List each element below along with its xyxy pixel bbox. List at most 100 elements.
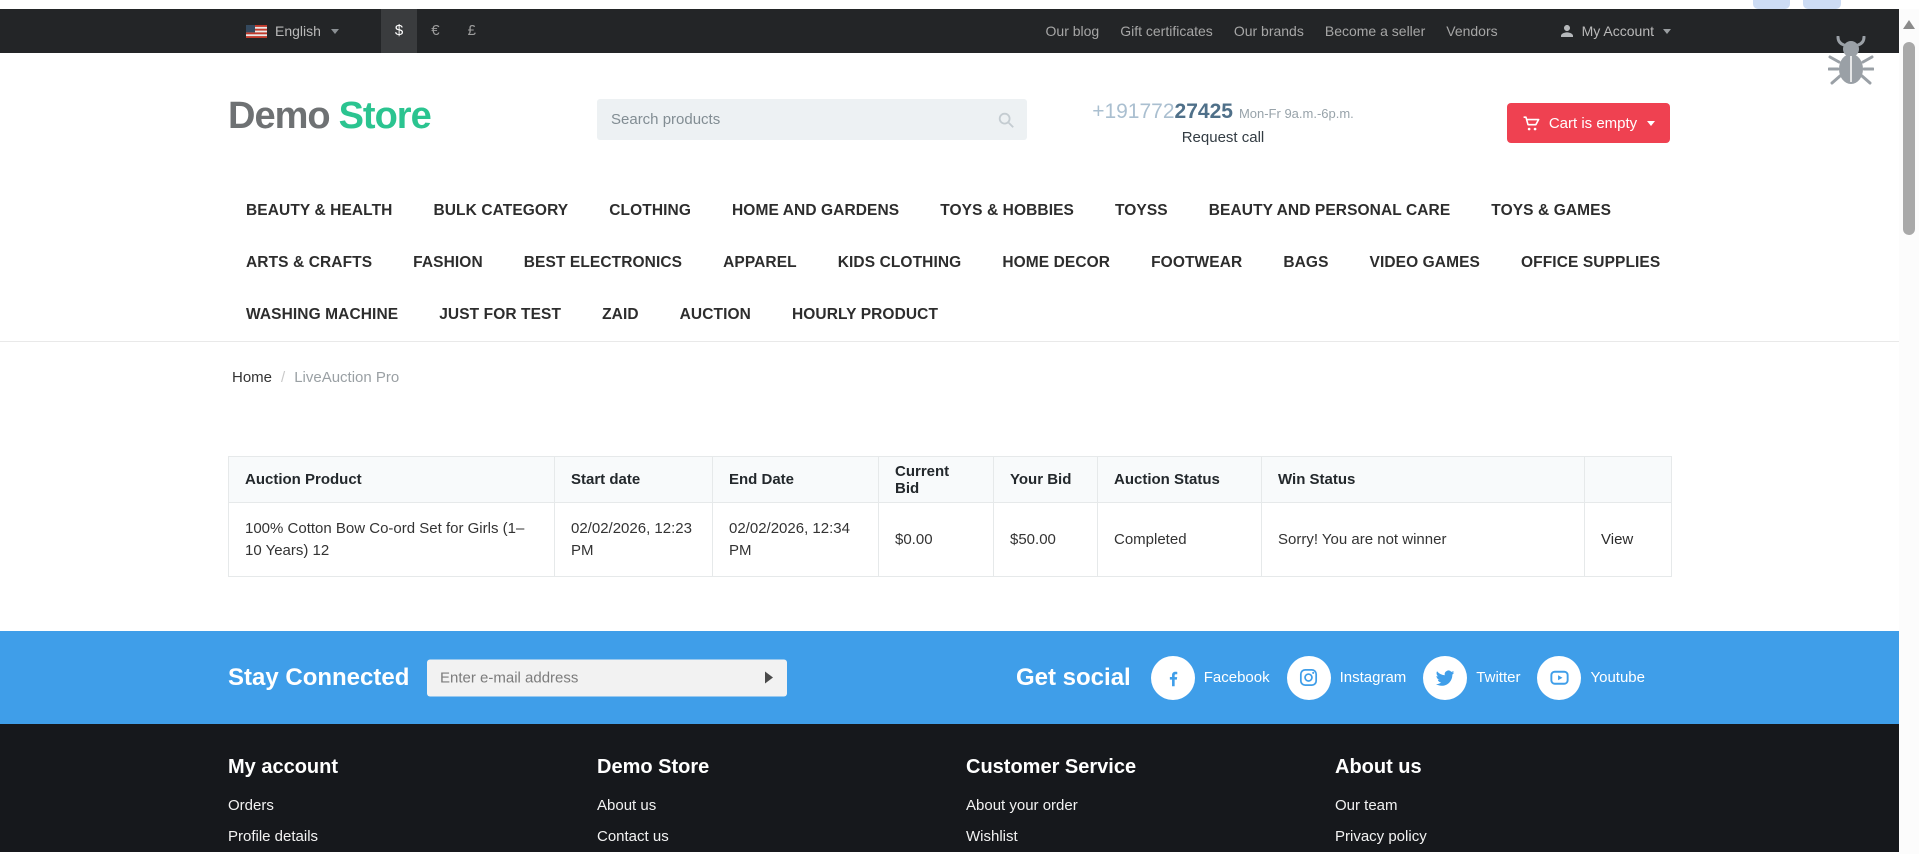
table-row: 100% Cotton Bow Co-ord Set for Girls (1–…	[229, 503, 1672, 577]
scrollbar-up-arrow[interactable]	[1903, 20, 1915, 29]
nav-item-auction[interactable]: AUCTION	[680, 306, 751, 324]
nav-item-arts-crafts[interactable]: ARTS & CRAFTS	[246, 254, 372, 272]
currency-gbp[interactable]: £	[454, 9, 490, 53]
currency-eur[interactable]: €	[417, 9, 453, 53]
footer-link-about-your-order[interactable]: About your order	[966, 797, 1335, 814]
footer-col-demo-store: Demo Store About us Contact us	[597, 756, 966, 854]
search-icon[interactable]	[997, 111, 1015, 129]
language-selector[interactable]: English	[246, 23, 339, 39]
browser-artifact-pill	[1803, 0, 1841, 9]
search-input[interactable]	[597, 111, 997, 128]
nav-item-hourly-product[interactable]: HOURLY PRODUCT	[792, 306, 938, 324]
cart-button[interactable]: Cart is empty	[1507, 103, 1670, 143]
link-gift-certificates[interactable]: Gift certificates	[1120, 23, 1213, 39]
social-link-instagram[interactable]: Instagram	[1287, 656, 1407, 700]
social-label-twitter: Twitter	[1476, 669, 1520, 686]
social-link-youtube[interactable]: Youtube	[1537, 656, 1645, 700]
nav-item-zaid[interactable]: ZAID	[602, 306, 639, 324]
nav-item-footwear[interactable]: FOOTWEAR	[1151, 254, 1242, 272]
footer-title-customer-service: Customer Service	[966, 756, 1335, 779]
footer-link-privacy-policy[interactable]: Privacy policy	[1335, 828, 1671, 845]
chevron-down-icon	[331, 29, 339, 34]
col-start-date: Start date	[555, 457, 713, 503]
link-become-a-seller[interactable]: Become a seller	[1325, 23, 1425, 39]
nav-item-beauty-and-personal-care[interactable]: BEAUTY AND PERSONAL CARE	[1209, 202, 1451, 220]
search-box	[597, 99, 1027, 140]
logo-text-demo: Demo	[228, 95, 330, 137]
currency-usd[interactable]: $	[381, 9, 417, 53]
footer-link-wishlist[interactable]: Wishlist	[966, 828, 1335, 845]
breadcrumb-home[interactable]: Home	[232, 369, 272, 386]
page: English $ € £ Our blog Gift certificates…	[0, 0, 1899, 854]
table-header-row: Auction Product Start date End Date Curr…	[229, 457, 1672, 503]
bug-icon[interactable]	[1828, 36, 1874, 91]
chevron-down-icon	[1663, 29, 1671, 34]
cell-end-date: 02/02/2026, 12:34 PM	[713, 503, 879, 577]
nav-item-apparel[interactable]: APPAREL	[723, 254, 797, 272]
nav-item-toys-hobbies[interactable]: TOYS & HOBBIES	[940, 202, 1074, 220]
nav-item-home-decor[interactable]: HOME DECOR	[1002, 254, 1110, 272]
link-our-brands[interactable]: Our brands	[1234, 23, 1304, 39]
nav-item-washing-machine[interactable]: WASHING MACHINE	[246, 306, 398, 324]
footer-link-our-team[interactable]: Our team	[1335, 797, 1671, 814]
cell-your-bid: $50.00	[994, 503, 1098, 577]
nav-row-3: WASHING MACHINE JUST FOR TEST ZAID AUCTI…	[228, 289, 1828, 341]
auction-table: Auction Product Start date End Date Curr…	[228, 456, 1672, 577]
newsletter-email-input[interactable]	[427, 669, 751, 686]
link-vendors[interactable]: Vendors	[1446, 23, 1497, 39]
footer-title-demo-store: Demo Store	[597, 756, 966, 779]
scrollbar[interactable]	[1899, 9, 1919, 854]
cell-win-status: Sorry! You are not winner	[1262, 503, 1585, 577]
nav-item-best-electronics[interactable]: BEST ELECTRONICS	[524, 254, 682, 272]
facebook-icon	[1151, 656, 1195, 700]
request-call-link[interactable]: Request call	[1075, 129, 1371, 146]
nav-item-kids-clothing[interactable]: KIDS CLOTHING	[838, 254, 962, 272]
cart-icon	[1522, 114, 1541, 133]
social-label-youtube: Youtube	[1590, 669, 1645, 686]
social-title: Get social	[1016, 664, 1131, 692]
store-logo[interactable]: DemoStore	[228, 95, 431, 138]
social-label-instagram: Instagram	[1340, 669, 1407, 686]
nav-item-bulk-category[interactable]: BULK CATEGORY	[433, 202, 568, 220]
footer-link-profile-details[interactable]: Profile details	[228, 828, 597, 845]
auction-table-wrap: Auction Product Start date End Date Curr…	[228, 456, 1671, 577]
nav-item-clothing[interactable]: CLOTHING	[609, 202, 691, 220]
footer-link-about-us[interactable]: About us	[597, 797, 966, 814]
nav-item-video-games[interactable]: VIDEO GAMES	[1370, 254, 1480, 272]
phone-number-prefix: +191772	[1092, 100, 1174, 123]
site-header: DemoStore +19177227425Mon-Fr 9a.m.-6p.m.…	[0, 53, 1899, 342]
nav-item-fashion[interactable]: FASHION	[413, 254, 483, 272]
footer-col-about-us: About us Our team Privacy policy	[1335, 756, 1671, 854]
chevron-down-icon	[1647, 121, 1655, 126]
footer-col-my-account: My account Orders Profile details	[228, 756, 597, 854]
social-link-facebook[interactable]: Facebook	[1151, 656, 1270, 700]
youtube-icon	[1537, 656, 1581, 700]
footer-title-about-us: About us	[1335, 756, 1671, 779]
breadcrumb-current: LiveAuction Pro	[294, 369, 399, 386]
social-link-twitter[interactable]: Twitter	[1423, 656, 1520, 700]
nav-item-home-and-gardens[interactable]: HOME AND GARDENS	[732, 202, 899, 220]
nav-item-just-for-test[interactable]: JUST FOR TEST	[439, 306, 561, 324]
nav-item-toyss[interactable]: TOYSS	[1115, 202, 1168, 220]
social-label-facebook: Facebook	[1204, 669, 1270, 686]
nav-row-1: BEAUTY & HEALTH BULK CATEGORY CLOTHING H…	[228, 185, 1828, 237]
col-your-bid: Your Bid	[994, 457, 1098, 503]
nav-row-2: ARTS & CRAFTS FASHION BEST ELECTRONICS A…	[228, 237, 1828, 289]
nav-item-toys-games[interactable]: TOYS & GAMES	[1491, 202, 1611, 220]
col-auction-status: Auction Status	[1098, 457, 1262, 503]
nav-item-office-supplies[interactable]: OFFICE SUPPLIES	[1521, 254, 1660, 272]
user-icon	[1559, 23, 1575, 39]
my-account-menu[interactable]: My Account	[1559, 23, 1671, 39]
cell-start-date: 02/02/2026, 12:23 PM	[555, 503, 713, 577]
newsletter-submit-button[interactable]	[751, 659, 787, 696]
link-our-blog[interactable]: Our blog	[1046, 23, 1100, 39]
footer-link-contact-us[interactable]: Contact us	[597, 828, 966, 845]
cell-auction-status: Completed	[1098, 503, 1262, 577]
scrollbar-thumb[interactable]	[1903, 42, 1915, 235]
browser-top-strip	[0, 0, 1899, 9]
cell-product: 100% Cotton Bow Co-ord Set for Girls (1–…	[229, 503, 555, 577]
footer-link-orders[interactable]: Orders	[228, 797, 597, 814]
nav-item-beauty-health[interactable]: BEAUTY & HEALTH	[246, 202, 392, 220]
nav-item-bags[interactable]: BAGS	[1283, 254, 1328, 272]
view-link[interactable]: View	[1601, 531, 1633, 548]
